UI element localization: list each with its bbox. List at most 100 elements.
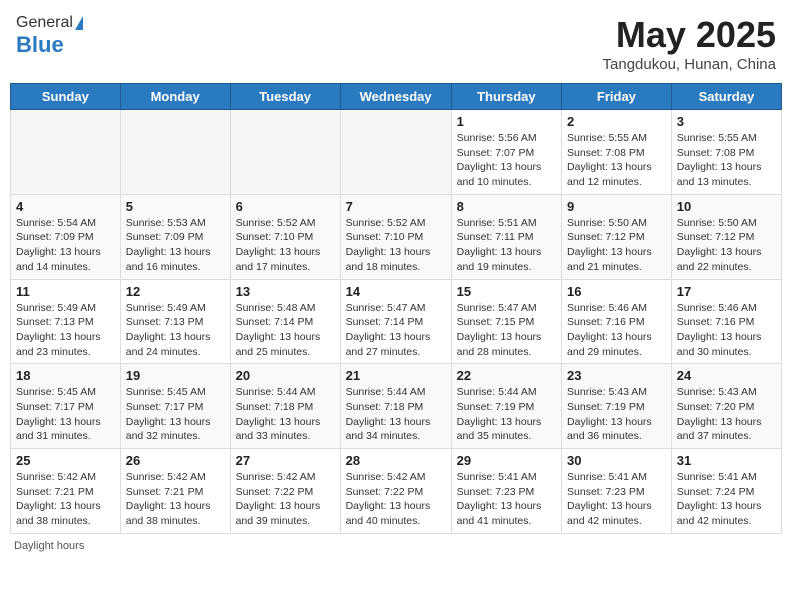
day-cell: 19 Sunrise: 5:45 AMSunset: 7:17 PMDayligh… bbox=[120, 364, 230, 449]
day-info: Sunrise: 5:46 AMSunset: 7:16 PMDaylight:… bbox=[567, 301, 666, 360]
day-cell: 2Sunrise: 5:55 AMSunset: 7:08 PMDaylight… bbox=[562, 110, 672, 195]
day-cell: 27 Sunrise: 5:42 AMSunset: 7:22 PMDayligh… bbox=[230, 449, 340, 534]
week-row-1: 1Sunrise: 5:56 AMSunset: 7:07 PMDaylight… bbox=[11, 110, 782, 195]
day-cell: 26 Sunrise: 5:42 AMSunset: 7:21 PMDayligh… bbox=[120, 449, 230, 534]
day-number: 3 bbox=[677, 114, 776, 129]
day-info: Sunrise: 5:48 AMSunset: 7:14 PMDaylight:… bbox=[236, 301, 335, 360]
day-info: Sunrise: 5:42 AMSunset: 7:21 PMDaylight:… bbox=[126, 470, 225, 529]
day-cell: 20 Sunrise: 5:44 AMSunset: 7:18 PMDayligh… bbox=[230, 364, 340, 449]
page-header: General Blue May 2025 Tangdukou, Hunan, … bbox=[10, 10, 782, 77]
day-cell: 4Sunrise: 5:54 AMSunset: 7:09 PMDaylight… bbox=[11, 194, 121, 279]
day-info: Sunrise: 5:46 AMSunset: 7:16 PMDaylight:… bbox=[677, 301, 776, 360]
day-cell: 7 Sunrise: 5:52 AMSunset: 7:10 PMDaylight… bbox=[340, 194, 451, 279]
day-info: Sunrise: 5:43 AMSunset: 7:19 PMDaylight:… bbox=[567, 385, 666, 444]
col-header-thursday: Thursday bbox=[451, 84, 561, 110]
day-number: 22 bbox=[457, 368, 556, 383]
day-info: Sunrise: 5:47 AMSunset: 7:14 PMDaylight:… bbox=[346, 301, 446, 360]
day-info: Sunrise: 5:45 AMSunset: 7:17 PMDaylight:… bbox=[126, 385, 225, 444]
col-header-monday: Monday bbox=[120, 84, 230, 110]
day-info: Sunrise: 5:41 AMSunset: 7:23 PMDaylight:… bbox=[567, 470, 666, 529]
day-cell: 28 Sunrise: 5:42 AMSunset: 7:22 PMDayligh… bbox=[340, 449, 451, 534]
day-number: 13 bbox=[236, 284, 335, 299]
day-info: Sunrise: 5:50 AMSunset: 7:12 PMDaylight:… bbox=[677, 216, 776, 275]
day-number: 14 bbox=[346, 284, 446, 299]
day-cell: 17 Sunrise: 5:46 AMSunset: 7:16 PMDayligh… bbox=[671, 279, 781, 364]
day-info: Sunrise: 5:41 AMSunset: 7:24 PMDaylight:… bbox=[677, 470, 776, 529]
day-cell bbox=[11, 110, 121, 195]
day-info: Sunrise: 5:49 AMSunset: 7:13 PMDaylight:… bbox=[16, 301, 115, 360]
day-number: 20 bbox=[236, 368, 335, 383]
day-info: Sunrise: 5:42 AMSunset: 7:22 PMDaylight:… bbox=[346, 470, 446, 529]
week-row-3: 11 Sunrise: 5:49 AMSunset: 7:13 PMDayligh… bbox=[11, 279, 782, 364]
day-number: 28 bbox=[346, 453, 446, 468]
day-number: 21 bbox=[346, 368, 446, 383]
day-cell: 1Sunrise: 5:56 AMSunset: 7:07 PMDaylight… bbox=[451, 110, 561, 195]
day-cell: 24Sunrise: 5:43 AMSunset: 7:20 PMDayligh… bbox=[671, 364, 781, 449]
day-number: 19 bbox=[126, 368, 225, 383]
logo-triangle-icon bbox=[75, 16, 83, 30]
day-cell: 8Sunrise: 5:51 AMSunset: 7:11 PMDaylight… bbox=[451, 194, 561, 279]
day-info: Sunrise: 5:42 AMSunset: 7:21 PMDaylight:… bbox=[16, 470, 115, 529]
daylight-label: Daylight hours bbox=[14, 540, 84, 552]
day-number: 10 bbox=[677, 199, 776, 214]
footer: Daylight hours bbox=[10, 540, 782, 552]
week-row-2: 4Sunrise: 5:54 AMSunset: 7:09 PMDaylight… bbox=[11, 194, 782, 279]
day-info: Sunrise: 5:53 AMSunset: 7:09 PMDaylight:… bbox=[126, 216, 225, 275]
day-cell: 6 Sunrise: 5:52 AMSunset: 7:10 PMDaylight… bbox=[230, 194, 340, 279]
day-info: Sunrise: 5:52 AMSunset: 7:10 PMDaylight:… bbox=[346, 216, 446, 275]
title-block: May 2025 Tangdukou, Hunan, China bbox=[603, 14, 776, 73]
logo-general-text: General bbox=[16, 14, 73, 32]
day-cell: 15Sunrise: 5:47 AMSunset: 7:15 PMDayligh… bbox=[451, 279, 561, 364]
day-number: 26 bbox=[126, 453, 225, 468]
day-cell: 22 Sunrise: 5:44 AMSunset: 7:19 PMDayligh… bbox=[451, 364, 561, 449]
day-cell: 9 Sunrise: 5:50 AMSunset: 7:12 PMDaylight… bbox=[562, 194, 672, 279]
day-number: 5 bbox=[126, 199, 225, 214]
day-cell bbox=[340, 110, 451, 195]
day-cell: 30 Sunrise: 5:41 AMSunset: 7:23 PMDayligh… bbox=[562, 449, 672, 534]
day-info: Sunrise: 5:47 AMSunset: 7:15 PMDaylight:… bbox=[457, 301, 556, 360]
day-number: 6 bbox=[236, 199, 335, 214]
day-info: Sunrise: 5:50 AMSunset: 7:12 PMDaylight:… bbox=[567, 216, 666, 275]
month-title: May 2025 bbox=[603, 14, 776, 56]
day-info: Sunrise: 5:42 AMSunset: 7:22 PMDaylight:… bbox=[236, 470, 335, 529]
day-cell: 10 Sunrise: 5:50 AMSunset: 7:12 PMDayligh… bbox=[671, 194, 781, 279]
day-info: Sunrise: 5:43 AMSunset: 7:20 PMDaylight:… bbox=[677, 385, 776, 444]
day-cell: 13 Sunrise: 5:48 AMSunset: 7:14 PMDayligh… bbox=[230, 279, 340, 364]
day-info: Sunrise: 5:44 AMSunset: 7:18 PMDaylight:… bbox=[236, 385, 335, 444]
calendar-table: SundayMondayTuesdayWednesdayThursdayFrid… bbox=[10, 83, 782, 534]
day-number: 7 bbox=[346, 199, 446, 214]
day-number: 8 bbox=[457, 199, 556, 214]
col-header-saturday: Saturday bbox=[671, 84, 781, 110]
day-number: 11 bbox=[16, 284, 115, 299]
col-header-sunday: Sunday bbox=[11, 84, 121, 110]
day-info: Sunrise: 5:44 AMSunset: 7:18 PMDaylight:… bbox=[346, 385, 446, 444]
day-info: Sunrise: 5:49 AMSunset: 7:13 PMDaylight:… bbox=[126, 301, 225, 360]
day-cell: 25 Sunrise: 5:42 AMSunset: 7:21 PMDayligh… bbox=[11, 449, 121, 534]
day-number: 30 bbox=[567, 453, 666, 468]
day-info: Sunrise: 5:52 AMSunset: 7:10 PMDaylight:… bbox=[236, 216, 335, 275]
day-cell: 21 Sunrise: 5:44 AMSunset: 7:18 PMDayligh… bbox=[340, 364, 451, 449]
day-cell: 31 Sunrise: 5:41 AMSunset: 7:24 PMDayligh… bbox=[671, 449, 781, 534]
day-cell: 5 Sunrise: 5:53 AMSunset: 7:09 PMDaylight… bbox=[120, 194, 230, 279]
day-number: 9 bbox=[567, 199, 666, 214]
day-info: Sunrise: 5:55 AMSunset: 7:08 PMDaylight:… bbox=[567, 131, 666, 190]
day-number: 12 bbox=[126, 284, 225, 299]
day-number: 16 bbox=[567, 284, 666, 299]
day-number: 27 bbox=[236, 453, 335, 468]
day-cell: 29Sunrise: 5:41 AMSunset: 7:23 PMDayligh… bbox=[451, 449, 561, 534]
day-info: Sunrise: 5:45 AMSunset: 7:17 PMDaylight:… bbox=[16, 385, 115, 444]
day-number: 31 bbox=[677, 453, 776, 468]
day-number: 1 bbox=[457, 114, 556, 129]
location: Tangdukou, Hunan, China bbox=[603, 56, 776, 73]
week-row-4: 18Sunrise: 5:45 AMSunset: 7:17 PMDayligh… bbox=[11, 364, 782, 449]
day-info: Sunrise: 5:44 AMSunset: 7:19 PMDaylight:… bbox=[457, 385, 556, 444]
day-number: 25 bbox=[16, 453, 115, 468]
day-number: 17 bbox=[677, 284, 776, 299]
day-cell: 3 Sunrise: 5:55 AMSunset: 7:08 PMDaylight… bbox=[671, 110, 781, 195]
day-cell: 18Sunrise: 5:45 AMSunset: 7:17 PMDayligh… bbox=[11, 364, 121, 449]
day-cell bbox=[120, 110, 230, 195]
day-cell: 23 Sunrise: 5:43 AMSunset: 7:19 PMDayligh… bbox=[562, 364, 672, 449]
day-number: 23 bbox=[567, 368, 666, 383]
day-info: Sunrise: 5:55 AMSunset: 7:08 PMDaylight:… bbox=[677, 131, 776, 190]
day-cell: 14 Sunrise: 5:47 AMSunset: 7:14 PMDayligh… bbox=[340, 279, 451, 364]
